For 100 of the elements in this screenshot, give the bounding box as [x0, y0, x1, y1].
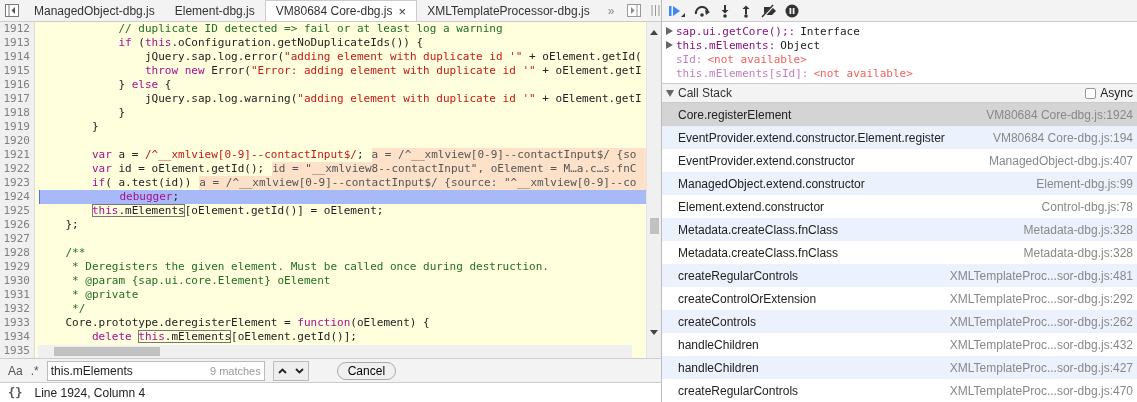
tab[interactable]: ManagedObject-dbg.js: [24, 0, 165, 21]
call-frame[interactable]: Core.registerElement VM80684 Core-dbg.js:1924: [662, 103, 1137, 126]
call-frame[interactable]: handleChildren XMLTemplateProc...sor-dbg.js:427: [662, 356, 1137, 379]
code-text: this.mElements[oElement.getId()] = oElement;: [90, 204, 384, 218]
function-name: EventProvider.extend.constructor.Element.register: [678, 130, 945, 145]
line-number: 1929: [0, 260, 35, 274]
call-frame[interactable]: createControls XMLTemplateProc...sor-dbg.js:262: [662, 310, 1137, 333]
panel-toggle-icon[interactable]: [627, 4, 642, 17]
line-number: 1915: [0, 64, 35, 78]
line-number: 1912: [0, 22, 35, 36]
close-button[interactable]: ×: [398, 3, 407, 19]
function-name: ManagedObject.extend.constructor: [678, 176, 865, 191]
code-text: if (this.oConfiguration.getNoDuplicateIds()) {: [117, 36, 424, 50]
function-name: createControls: [678, 314, 757, 329]
pretty-print-button[interactable]: {}: [8, 385, 23, 400]
source-location[interactable]: XMLTemplateProc...sor-dbg.js:292: [949, 291, 1133, 306]
watch-expression: sap.ui.getCore();:: [676, 24, 796, 38]
function-name: Metadata.createClass.fnClass: [678, 222, 839, 237]
line-number: 1913: [0, 36, 35, 50]
code-text: var a = /^__xmlview[0-9]--contactInput$/;: [90, 148, 364, 162]
function-name: createRegularControls: [678, 268, 799, 283]
call-frame[interactable]: EventProvider.extend.constructor.Element.register VM80684 Core-dbg.js:194: [662, 126, 1137, 149]
function-name: handleChildren: [678, 360, 759, 375]
source-location[interactable]: Control-dbg.js:78: [1041, 199, 1133, 214]
more-icon[interactable]: [651, 4, 661, 17]
scrollbar-thumb[interactable]: [650, 218, 659, 234]
sidebar-toggle-icon[interactable]: [5, 4, 19, 17]
code-text: throw new Error("Error: adding element with duplicate id '" + oElement.getI: [143, 64, 642, 78]
function-name: Core.registerElement: [678, 107, 792, 122]
code-text: debugger;: [118, 190, 180, 204]
code-text: }: [117, 106, 126, 120]
watch-expression: this.mElements[sId]:: [676, 66, 809, 80]
line-number: 1914: [0, 50, 35, 64]
tab[interactable]: Element-dbg.js: [164, 0, 265, 21]
match-case-toggle[interactable]: Aa: [8, 363, 23, 378]
watch-value: <not available>: [813, 66, 913, 80]
code-text: };: [64, 218, 79, 232]
line-number: 1925: [0, 204, 35, 218]
tab-label[interactable]: XMLTemplateProcessor-dbg.js: [427, 3, 590, 18]
code-text: Core.prototype.deregisterElement = function(oElement) {: [64, 316, 430, 330]
code-text: */: [71, 302, 86, 316]
section-toggle-icon[interactable]: [666, 89, 674, 97]
line-number: 1932: [0, 302, 35, 316]
function-name: Metadata.createClass.fnClass: [678, 245, 839, 260]
function-name: EventProvider.extend.constructor: [678, 153, 855, 168]
cancel-button[interactable]: Cancel: [336, 361, 397, 380]
horizontal-scrollbar[interactable]: [38, 345, 632, 358]
inline-value: id = "__xmlview8--contactInput", oElement = M…a.c…s.fnC: [272, 162, 646, 176]
vertical-scrollbar[interactable]: [646, 22, 661, 358]
chevron-up-icon[interactable]: [277, 367, 287, 374]
source-location[interactable]: XMLTemplateProc...sor-dbg.js:432: [949, 337, 1133, 352]
code-text: jQuery.sap.log.warning("adding element with duplicate id '" + oElement.getI: [143, 92, 642, 106]
source-location[interactable]: ManagedObject-dbg.js:407: [988, 153, 1133, 168]
function-name: Element.extend.constructor: [678, 199, 825, 214]
watch-value: Interface: [800, 24, 860, 38]
line-number: 1935: [0, 344, 35, 358]
checkbox-label: Async: [1100, 86, 1133, 100]
deactivate-breakpoints-button[interactable]: [760, 3, 778, 18]
resume-button[interactable]: [668, 3, 686, 18]
code-text: * @private: [71, 288, 139, 302]
source-location[interactable]: Metadata-dbg.js:328: [1023, 245, 1133, 260]
inline-value: a = /^__xmlview[0-9]--contactInput$/ {so: [371, 148, 646, 162]
async-checkbox[interactable]: [1085, 87, 1097, 99]
function-name: createRegularControls: [678, 383, 799, 398]
regex-toggle[interactable]: .*: [30, 363, 39, 378]
scroll-up-icon[interactable]: [650, 30, 658, 35]
code-text: }: [90, 120, 99, 134]
tab[interactable]: VM80684 Core-dbg.js ×: [264, 0, 418, 21]
function-name: createControlOrExtension: [678, 291, 817, 306]
pause-button[interactable]: [785, 3, 799, 18]
code-text: var id = oElement.getId();: [90, 162, 265, 176]
search-field[interactable]: this.mElements 9 matches: [46, 360, 265, 381]
line-number: 1920: [0, 134, 35, 148]
step-over-button[interactable]: [693, 3, 711, 18]
call-frame[interactable]: createRegularControls XMLTemplateProc...sor-dbg.js:481: [662, 264, 1137, 287]
tab[interactable]: XMLTemplateProcessor-dbg.js: [417, 0, 600, 21]
chevron-down-icon[interactable]: [294, 367, 304, 374]
function-name: handleChildren: [678, 337, 759, 352]
code-text: } else {: [117, 78, 172, 92]
code-text: * @param {sap.ui.core.Element} oElement: [71, 274, 331, 288]
call-frame[interactable]: ManagedObject.extend.constructor Element-dbg.js:99: [662, 172, 1137, 195]
line-number: 1916: [0, 78, 35, 92]
tab-label[interactable]: Element-dbg.js: [174, 3, 255, 18]
line-number: 1931: [0, 288, 35, 302]
watch-expression: this.mElements:: [676, 38, 776, 52]
section-title: Call Stack: [678, 86, 733, 100]
inline-value: a = /^__xmlview[0-9]--contactInput$/ {source: "^__xmlview[0-9]--co: [199, 176, 646, 190]
code-text: if( a.test(id)): [90, 176, 192, 190]
tab-label[interactable]: VM80684 Core-dbg.js: [275, 4, 393, 18]
tab-label[interactable]: ManagedObject-dbg.js: [34, 3, 155, 18]
line-number: 1917: [0, 92, 35, 106]
line-number: 1921: [0, 148, 35, 162]
scroll-down-icon[interactable]: [650, 330, 658, 335]
line-number: 1927: [0, 232, 35, 246]
line-number: 1922: [0, 162, 35, 176]
code-text: delete this.mElements[oElement.getId()];: [90, 330, 357, 344]
source-location[interactable]: XMLTemplateProc...sor-dbg.js:470: [949, 383, 1133, 398]
call-frame[interactable]: Metadata.createClass.fnClass Metadata-dbg.js:328: [662, 218, 1137, 241]
line-number: 1934: [0, 330, 35, 344]
watch-value: <not available>: [707, 52, 807, 66]
